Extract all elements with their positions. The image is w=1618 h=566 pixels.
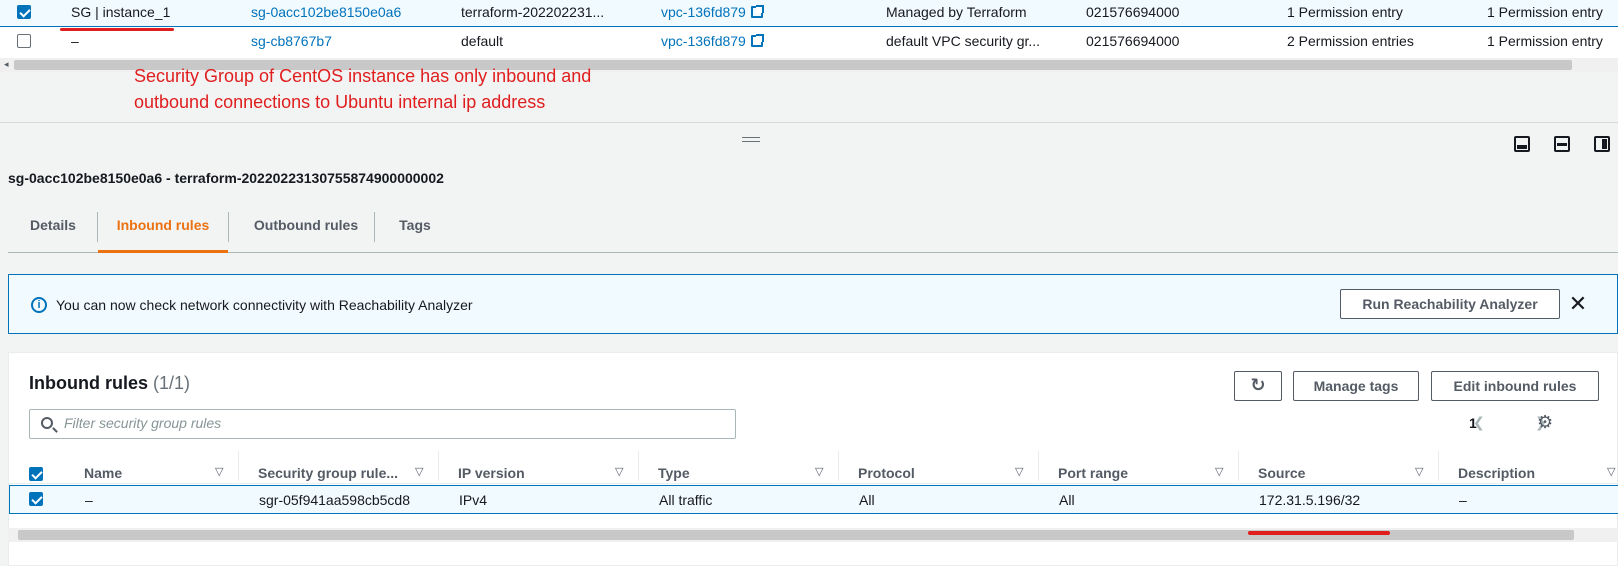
column-separator	[638, 451, 639, 481]
sort-caret-icon[interactable]: ▽	[215, 465, 223, 478]
panel-split-icon[interactable]	[1554, 136, 1570, 152]
refresh-button[interactable]: ↻	[1234, 371, 1282, 401]
rule-description: –	[1459, 492, 1467, 508]
sort-caret-icon[interactable]: ▽	[1607, 465, 1615, 478]
panel-bottom-icon[interactable]	[1514, 136, 1530, 152]
select-all-checkbox[interactable]	[29, 467, 43, 481]
gear-icon[interactable]: ⚙	[1537, 412, 1553, 433]
rule-name: –	[85, 492, 93, 508]
column-separator	[838, 451, 839, 481]
column-separator	[438, 451, 439, 481]
vpc-link[interactable]: vpc-136fd879	[661, 33, 764, 49]
column-header-name[interactable]: Name	[84, 465, 122, 481]
column-header-rule-id[interactable]: Security group rule...	[258, 465, 398, 481]
tab-outbound-rules[interactable]: Outbound rules	[229, 208, 383, 252]
inbound-rules-header: Inbound rules (1/1)	[29, 373, 190, 394]
refresh-icon: ↻	[1250, 375, 1266, 395]
inbound-rules-count: (1/1)	[153, 373, 191, 393]
panel-side-icon[interactable]	[1594, 136, 1610, 152]
table-row[interactable]: – sgr-05f941aa598cb5cd8 IPv4 All traffic…	[9, 485, 1618, 514]
table-row[interactable]: – sg-cb8767b7 default vpc-136fd879 defau…	[0, 28, 1618, 57]
info-icon: i	[31, 297, 47, 313]
sg-id-link[interactable]: sg-cb8767b7	[251, 33, 332, 49]
vpc-id[interactable]: vpc-136fd879	[661, 33, 746, 49]
column-separator	[1238, 451, 1239, 481]
row-checkbox[interactable]	[17, 34, 31, 48]
rule-protocol: All	[859, 492, 875, 508]
column-header-source[interactable]: Source	[1258, 465, 1305, 481]
detail-tabs: Details Inbound rules Outbound rules Tag…	[8, 208, 1618, 253]
sg-id-link[interactable]: sg-0acc102be8150e0a6	[251, 4, 401, 20]
annotation-underline	[60, 28, 174, 31]
run-reachability-analyzer-button[interactable]: Run Reachability Analyzer	[1340, 289, 1560, 319]
vpc-id[interactable]: vpc-136fd879	[661, 4, 746, 20]
sort-caret-icon[interactable]: ▽	[815, 465, 823, 478]
rule-ip-version: IPv4	[459, 492, 488, 508]
sg-inbound-count: 1 Permission entry	[1287, 4, 1403, 20]
column-header-port-range[interactable]: Port range	[1058, 465, 1128, 481]
filter-box[interactable]	[29, 409, 736, 439]
sg-inbound-count: 2 Permission entries	[1287, 33, 1414, 49]
sg-description: Managed by Terraform	[886, 4, 1027, 20]
filter-rules-input[interactable]	[64, 415, 724, 431]
column-header-type[interactable]: Type	[658, 465, 690, 481]
column-separator	[1038, 451, 1039, 481]
tab-tags[interactable]: Tags	[375, 208, 455, 252]
sg-owner: 021576694000	[1086, 4, 1180, 20]
rule-id: sgr-05f941aa598cb5cd8	[259, 492, 411, 508]
scroll-left-icon[interactable]: ◂	[4, 59, 9, 70]
sg-outbound-count: 1 Permission entry	[1487, 33, 1603, 49]
annotation-underline	[1248, 531, 1390, 535]
page-title: sg-0acc102be8150e0a6 - terraform-2022022…	[8, 170, 444, 186]
row-checkbox[interactable]	[17, 5, 31, 19]
rule-port-range: All	[1059, 492, 1075, 508]
edit-inbound-rules-button[interactable]: Edit inbound rules	[1431, 371, 1599, 401]
resize-handle[interactable]	[742, 137, 760, 142]
page-number[interactable]: 1	[1469, 415, 1477, 431]
sg-owner: 021576694000	[1086, 33, 1180, 49]
security-groups-table: SG | instance_1 sg-0acc102be8150e0a6 ter…	[0, 0, 1618, 58]
table-row[interactable]: SG | instance_1 sg-0acc102be8150e0a6 ter…	[0, 0, 1618, 27]
search-icon	[41, 417, 53, 429]
column-header-description[interactable]: Description	[1458, 465, 1535, 481]
column-separator	[1438, 451, 1439, 481]
inbound-rules-title: Inbound rules	[29, 373, 148, 393]
split-panel-divider	[0, 122, 1618, 123]
sg-description: default VPC security gr...	[886, 33, 1041, 49]
sg-group-name: terraform-202202231...	[461, 4, 605, 20]
sort-caret-icon[interactable]: ▽	[415, 465, 423, 478]
header-divider	[9, 483, 1618, 484]
sort-caret-icon[interactable]: ▽	[615, 465, 623, 478]
sg-name: SG | instance_1	[71, 4, 171, 20]
alert-message: You can now check network connectivity w…	[56, 297, 473, 313]
sort-caret-icon[interactable]: ▽	[1415, 465, 1423, 478]
column-header-ip-version[interactable]: IP version	[458, 465, 525, 481]
vpc-link[interactable]: vpc-136fd879	[661, 4, 764, 20]
rule-source: 172.31.5.196/32	[1259, 492, 1361, 508]
sg-name: –	[71, 33, 79, 49]
row-checkbox[interactable]	[29, 492, 43, 506]
close-icon[interactable]: ✕	[1567, 293, 1589, 315]
tab-details[interactable]: Details	[8, 208, 98, 252]
sg-outbound-count: 1 Permission entry	[1487, 4, 1603, 20]
column-header-protocol[interactable]: Protocol	[858, 465, 915, 481]
sg-group-name: default	[461, 33, 504, 49]
rule-type: All traffic	[659, 492, 713, 508]
manage-tags-button[interactable]: Manage tags	[1293, 371, 1419, 401]
external-link-icon	[750, 5, 764, 18]
sort-caret-icon[interactable]: ▽	[1015, 465, 1023, 478]
tab-inbound-rules[interactable]: Inbound rules	[98, 208, 228, 253]
external-link-icon	[750, 34, 764, 47]
sort-caret-icon[interactable]: ▽	[1215, 465, 1223, 478]
column-separator	[238, 451, 239, 481]
annotation-text: Security Group of CentOS instance has on…	[134, 66, 592, 112]
